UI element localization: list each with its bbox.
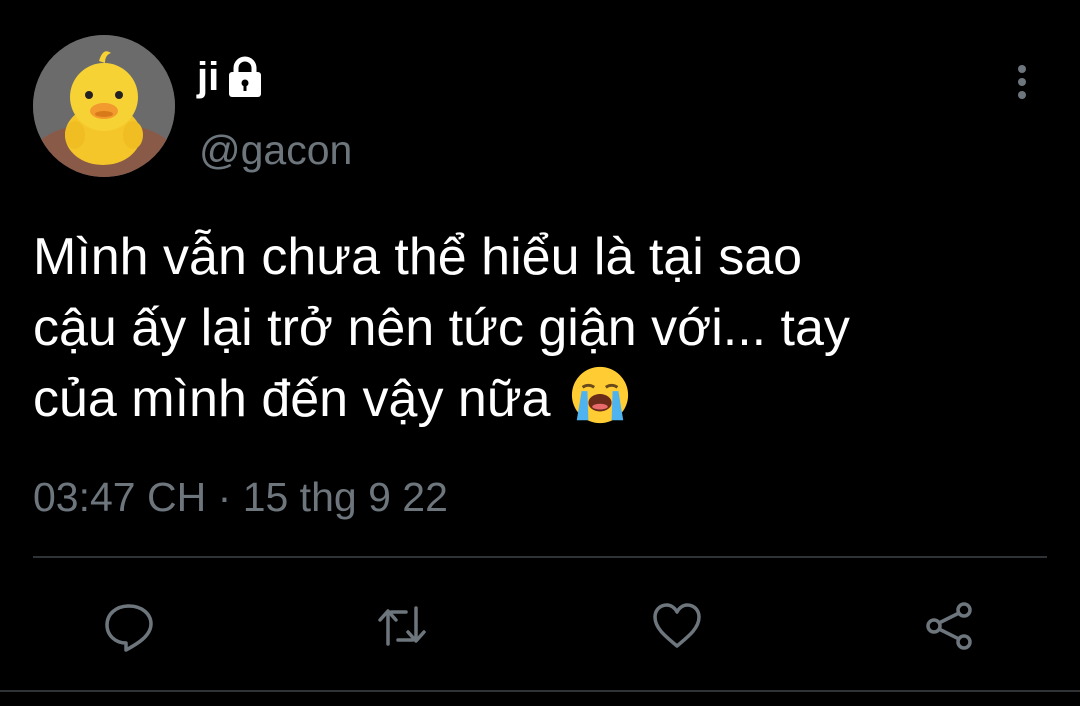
meta-separator: · [217, 474, 232, 520]
tweet-time: 03:47 CH [33, 474, 207, 520]
tweet-line: của mình đến vậy nữa [33, 370, 551, 428]
loudly-crying-face-emoji-icon [571, 366, 629, 424]
retweet-button[interactable] [374, 598, 430, 654]
reply-button[interactable] [101, 598, 157, 654]
divider [33, 556, 1047, 558]
more-vertical-icon [1018, 65, 1026, 99]
tweet-card: ji @gacon Mình vẫn chưa thể hiểu là tại … [0, 0, 1080, 706]
tweet-text: Mình vẫn chưa thể hiểu là tại sao cậu ấy… [33, 222, 1033, 435]
user-name-row: ji [197, 52, 265, 102]
more-options-button[interactable] [1004, 62, 1040, 102]
bottom-divider [0, 690, 1080, 692]
retweet-arrows-icon [378, 606, 426, 646]
tweet-timestamp[interactable]: 03:47 CH · 15 thg 9 22 [33, 474, 448, 520]
like-button[interactable] [649, 598, 705, 654]
lock-icon [229, 56, 262, 97]
tweet-date: 15 thg 9 22 [242, 474, 448, 520]
heart-icon [653, 603, 701, 648]
tweet-line: Mình vẫn chưa thể hiểu là tại sao [33, 228, 803, 286]
avatar[interactable] [33, 35, 175, 177]
share-button[interactable] [922, 598, 978, 654]
yellow-duck-avatar-icon [33, 35, 175, 177]
display-name[interactable]: ji [197, 57, 219, 97]
share-nodes-icon [926, 602, 972, 650]
comment-bubble-icon [105, 604, 153, 652]
tweet-line: cậu ấy lại trở nên tức giận với... tay [33, 299, 850, 357]
user-handle[interactable]: @gacon [199, 130, 352, 171]
